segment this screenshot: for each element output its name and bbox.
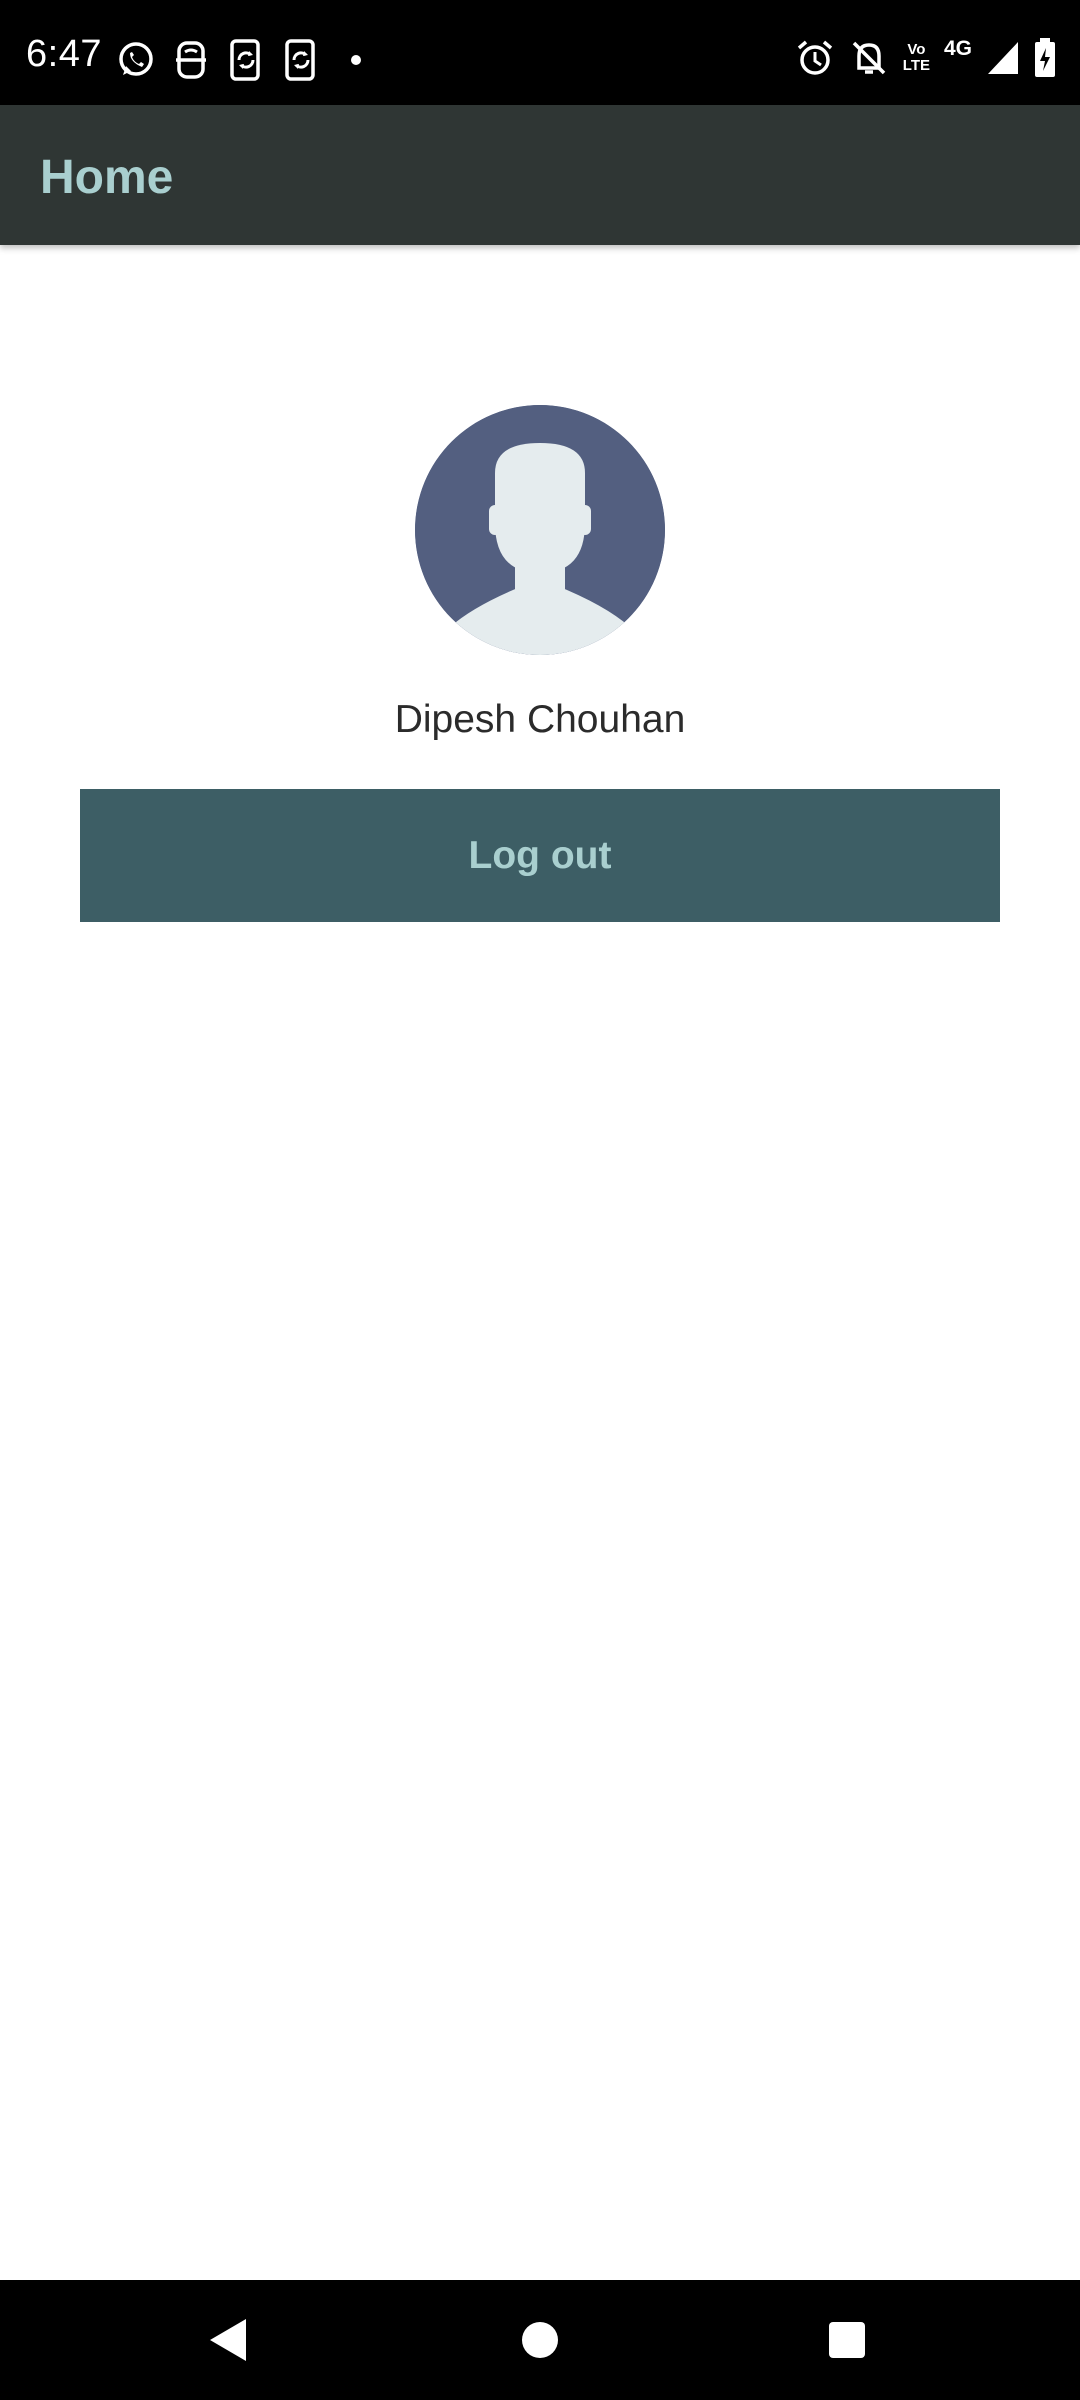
status-time: 6:47 bbox=[26, 33, 102, 75]
home-screen: 6:47 Vo LTE 4G Home Dipesh Chouhan Log o… bbox=[0, 0, 1080, 2400]
notifications-off-icon bbox=[849, 36, 889, 80]
more-dot-icon bbox=[334, 38, 378, 82]
signal-icon bbox=[986, 36, 1020, 80]
status-bar: 6:47 Vo LTE 4G bbox=[0, 0, 1080, 105]
whatsapp-icon bbox=[114, 38, 158, 82]
status-notification-icons bbox=[114, 38, 389, 82]
back-button[interactable] bbox=[148, 2280, 308, 2400]
home-button[interactable] bbox=[460, 2280, 620, 2400]
page-title: Home bbox=[40, 151, 174, 204]
home-icon bbox=[522, 2322, 558, 2358]
navigation-bar bbox=[0, 2280, 1080, 2400]
user-name: Dipesh Chouhan bbox=[394, 698, 686, 741]
app-bar: Home bbox=[0, 105, 1080, 245]
default-user-avatar-icon bbox=[415, 405, 665, 655]
phone-sync-icon bbox=[279, 38, 323, 82]
app-notification-icon bbox=[169, 38, 213, 82]
back-icon bbox=[210, 2319, 246, 2361]
volte-icon: Vo LTE bbox=[903, 36, 930, 80]
phone-sync-icon bbox=[224, 38, 268, 82]
recents-button[interactable] bbox=[767, 2280, 927, 2400]
logout-button[interactable]: Log out bbox=[80, 789, 1000, 922]
battery-charging-icon bbox=[1034, 36, 1056, 80]
alarm-icon bbox=[795, 36, 835, 80]
recents-icon bbox=[829, 2322, 865, 2358]
network-label: 4G bbox=[943, 37, 972, 60]
network-4g-icon: 4G bbox=[944, 36, 972, 80]
status-system-icons: Vo LTE 4G bbox=[781, 36, 1056, 80]
volte-top-label: Vo bbox=[907, 41, 926, 58]
volte-bottom-label: LTE bbox=[902, 57, 930, 74]
